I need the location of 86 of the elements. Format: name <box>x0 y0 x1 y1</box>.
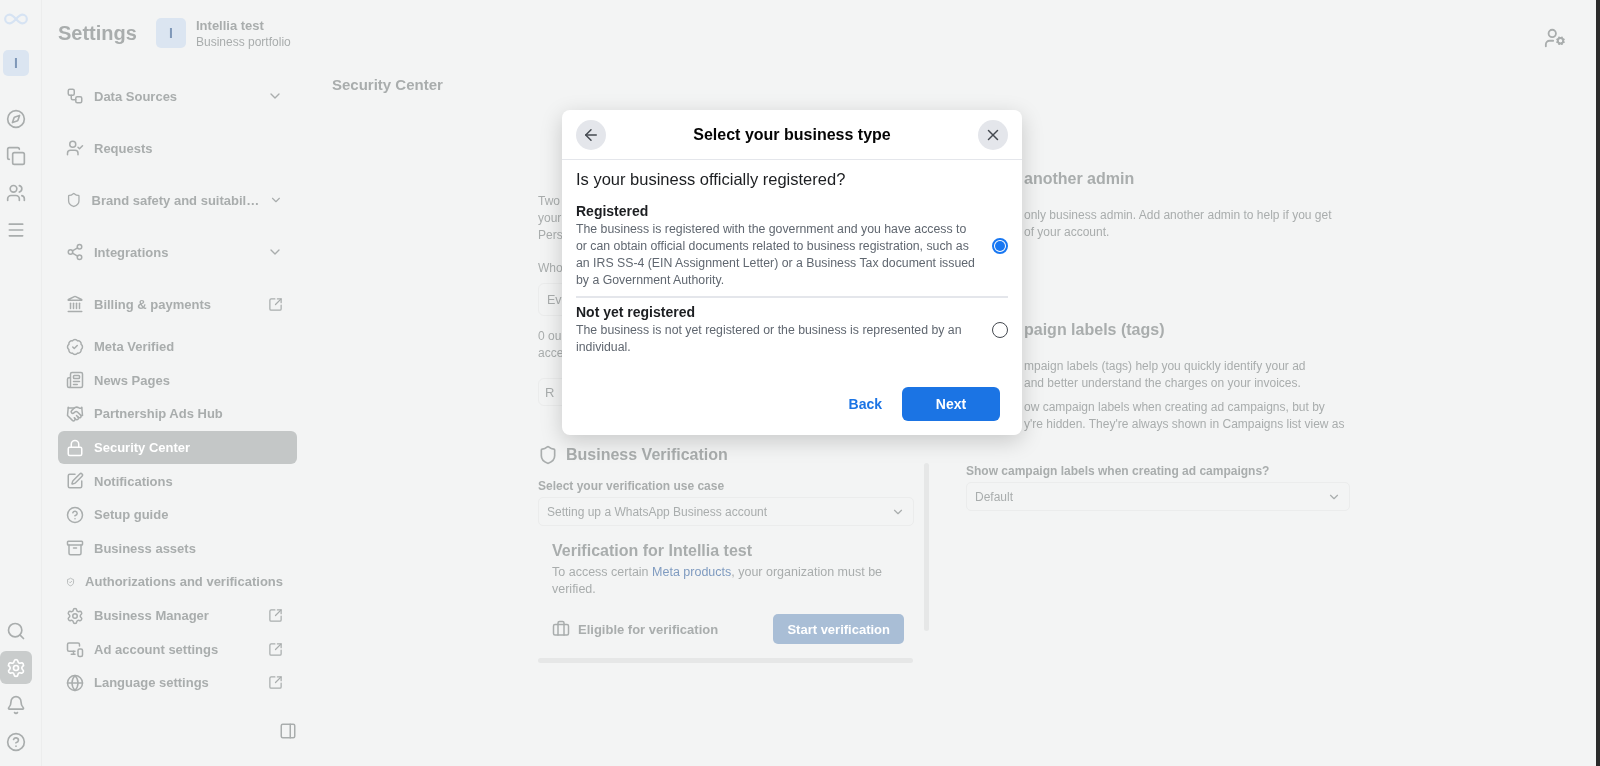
text-fragment: Pers <box>538 227 563 244</box>
sidebar-item[interactable]: Meta Verified <box>58 330 297 364</box>
next-button[interactable]: Next <box>902 387 1000 421</box>
search-icon <box>6 620 26 641</box>
shield-icon <box>66 191 82 209</box>
use-case-select[interactable]: Setting up a WhatsApp Business account <box>538 497 914 526</box>
briefcase-icon <box>552 620 570 638</box>
sidebar-item[interactable]: Business Manager <box>58 598 297 633</box>
pages-icon <box>6 145 26 166</box>
person-check-icon <box>66 139 84 157</box>
newspaper-icon <box>66 371 84 390</box>
question-text: Is your business officially registered? <box>576 170 847 189</box>
external-link-icon[interactable] <box>268 608 283 624</box>
archive-icon <box>66 539 84 558</box>
business-tile: I <box>156 18 186 48</box>
page-title: Settings <box>58 21 138 45</box>
back-link[interactable]: Back <box>842 392 888 416</box>
section-title: Security Center <box>331 76 444 93</box>
external-link-icon[interactable] <box>268 296 283 312</box>
devices-icon <box>66 640 84 659</box>
account-icon[interactable] <box>1544 27 1566 49</box>
text-fragment: Two <box>538 193 560 210</box>
sidebar-item[interactable]: Notifications <box>58 464 297 498</box>
text-fragment: your <box>538 210 562 227</box>
settings-icon <box>66 606 84 625</box>
text-fragment: y're hidden. They're always shown in Campaigns list view as <box>1024 416 1345 433</box>
dialog-title: Select your business type <box>693 125 891 144</box>
section-heading: another admin <box>1024 170 1136 188</box>
account-tile[interactable]: I <box>3 50 29 76</box>
sidebar-item[interactable]: Ad account settings <box>58 632 297 666</box>
help-icon <box>66 505 84 524</box>
badge-check-icon <box>66 337 84 356</box>
text-fragment: acce <box>538 345 564 362</box>
sidebar-item[interactable]: Business assets <box>58 531 297 566</box>
sidebar-item[interactable]: Brand safety and suitabil… <box>58 174 297 226</box>
sidebar-item[interactable]: News Pages <box>58 363 297 398</box>
sidebar-item[interactable]: Requests <box>58 122 297 174</box>
text-fragment: mpaign labels (tags) help you quickly identify your ad <box>1024 358 1306 375</box>
nodes-icon <box>66 87 84 105</box>
nodes-icon <box>66 243 84 261</box>
option-description: The business is not yet registered or the business is represented by an individual. <box>576 322 963 356</box>
text-fragment: of your account. <box>1024 224 1110 241</box>
close-button[interactable] <box>978 119 1008 150</box>
compass-icon <box>6 108 26 129</box>
field-label: Select your verification use case <box>538 479 726 493</box>
globe-icon <box>66 673 84 692</box>
business-subtitle: Business portfolio <box>196 34 291 49</box>
sidebar-item[interactable]: Setup guide <box>58 497 297 532</box>
people-icon <box>6 182 26 203</box>
help-icon <box>6 731 26 752</box>
option-title: Not yet registered <box>576 304 697 320</box>
option-description: The business is registered with the government and you have access to or can obtain official documents related to business registration, such as an IRS SS-4 (EIN Assignment Letter) or a Business Tax document issued by a Government Authority. <box>576 221 976 289</box>
sidebar-item[interactable]: Data Sources <box>58 70 297 122</box>
external-link-icon[interactable] <box>268 641 283 657</box>
field-label: Who <box>538 260 563 277</box>
field-label: Show campaign labels when creating ad campaigns? <box>966 464 1271 478</box>
card-description: To access certain Meta products, your organization must be verified. <box>552 564 884 598</box>
panel-icon[interactable] <box>279 721 297 740</box>
labels-select[interactable]: Default <box>966 482 1350 511</box>
sidebar-item[interactable]: Integrations <box>58 226 297 278</box>
section-heading: Business Verification <box>566 446 728 464</box>
text-fragment: 0 ou <box>538 328 562 345</box>
handshake-icon <box>66 405 84 423</box>
settings-button[interactable] <box>0 651 32 684</box>
back-button[interactable] <box>576 119 606 150</box>
status-text: Eligible for verification <box>578 621 719 637</box>
start-verification-button[interactable]: Start verification <box>773 614 904 644</box>
text-fragment: ow campaign labels when creating ad campaigns, but by <box>1024 399 1325 416</box>
text-fragment: only business admin. Add another admin to help if you get <box>1024 207 1332 224</box>
sidebar-item[interactable]: Partnership Ads Hub <box>58 397 297 431</box>
section-heading: paign labels (tags) <box>1024 321 1166 339</box>
business-name: Intellia test <box>196 17 265 33</box>
bell-icon <box>6 694 26 715</box>
sidebar-item[interactable]: Security Center <box>58 430 297 465</box>
text-fragment: and better understand the charges on your invoices. <box>1024 375 1301 392</box>
sidebar-item[interactable]: Billing & payments <box>58 278 297 330</box>
sidebar-item[interactable]: Language settings <box>58 665 297 700</box>
lock-icon <box>66 438 84 457</box>
radio-button[interactable] <box>992 238 1008 254</box>
settings-icon <box>6 657 26 678</box>
bank-icon <box>66 295 84 313</box>
external-link-icon[interactable] <box>268 675 283 691</box>
card-title: Verification for Intellia test <box>552 542 754 560</box>
option-title: Registered <box>576 203 650 219</box>
sidebar-item[interactable]: Authorizations and verifications <box>58 565 297 599</box>
shield-icon <box>538 445 558 465</box>
